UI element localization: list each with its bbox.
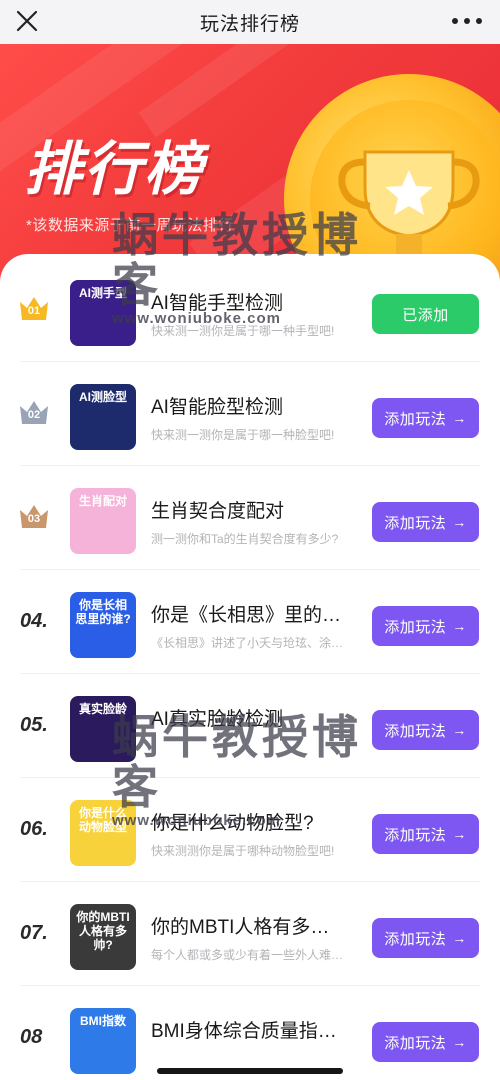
thumbnail-label: 真实脸龄 [78,702,127,716]
rank-number: 03 [27,513,41,525]
button-label: 添加玩法 [384,514,447,532]
arrow-right-icon: → [452,826,467,842]
game-thumbnail[interactable]: 生肖配对 [70,488,136,554]
list-item[interactable]: 01 AI测手型 AI智能手型检测快来测一测你是属于哪一种手型吧! 已添加 [0,258,500,362]
list-item[interactable]: 03 生肖配对生肖契合度配对测一测你和Ta的生肖契合度有多少? 添加玩法 → [0,466,500,570]
add-game-button[interactable]: 添加玩法 → [372,1022,479,1062]
item-description: 快来测一测你是属于哪一种手型吧! [151,324,335,338]
game-thumbnail[interactable]: BMI指数 [70,1008,136,1074]
close-icon[interactable] [12,6,42,36]
add-game-button[interactable]: 添加玩法 → [372,710,479,750]
banner-title: 排行榜 [24,137,205,202]
add-game-button[interactable]: 添加玩法 → [372,918,479,958]
rank-number: 02 [27,409,41,421]
game-thumbnail[interactable]: 你是长相思里的谁? [70,592,136,658]
rank-number: 01 [27,305,41,317]
crown-icon: 02 [18,398,50,428]
game-thumbnail[interactable]: AI测脸型 [70,384,136,450]
item-title: AI智能脸型检测 [151,397,283,418]
rank-number: 04. [20,610,48,632]
arrow-right-icon: → [452,930,467,946]
more-dots-icon[interactable] [452,9,482,33]
list-item[interactable]: 05. 真实脸龄 AI真实脸龄检测 添加玩法 → [0,674,500,778]
list-item[interactable]: 07. 你的MBTI人格有多帅? 你的MBTI人格有多… 每个人都或多或少有着一些外人… [0,882,500,986]
list-item[interactable]: 08 BMI指数 BMI身体综合质量指… 添加玩法 → [0,986,500,1080]
crown-icon: 01 [18,294,50,324]
rank-number: 06. [20,818,48,840]
add-game-button[interactable]: 添加玩法 → [372,606,479,646]
button-label: 添加玩法 [384,930,447,948]
home-indicator [157,1068,343,1074]
add-game-button[interactable]: 添加玩法 → [372,814,479,854]
arrow-right-icon: → [452,722,467,738]
game-thumbnail[interactable]: 真实脸龄 [70,696,136,762]
item-description: 《长相思》讲述了小夭与玱玹、涂… [151,636,344,650]
button-label: 添加玩法 [384,1034,447,1052]
crown-icon: 03 [18,502,50,532]
arrow-right-icon: → [452,1034,467,1050]
game-thumbnail[interactable]: 你的MBTI人格有多帅? [70,904,136,970]
game-thumbnail[interactable]: AI测手型 [70,280,136,346]
thumbnail-label: AI测手型 [78,286,127,300]
item-title: 生肖契合度配对 [151,501,285,522]
item-title: 你是《长相思》里的… [151,605,342,626]
nav-bar: 玩法排行榜 [0,0,500,44]
thumbnail-label: 你是什么动物脸型 [78,806,127,834]
thumbnail-label: 你的MBTI人格有多帅? [76,910,130,952]
item-description: 测一测你和Ta的生肖契合度有多少? [151,532,339,546]
button-label: 添加玩法 [384,618,447,636]
banner-subtitle: *该数据来源于前一周玩法排行 [26,217,234,234]
game-thumbnail[interactable]: 你是什么动物脸型 [70,800,136,866]
list-item[interactable]: 06. 你是什么动物脸型 你是什么动物脸型? 快来测测你是属于哪种动物脸型吧! 添加玩法… [0,778,500,882]
item-title: AI真实脸龄检测 [151,709,283,730]
thumbnail-label: 你是长相思里的谁? [75,598,131,626]
item-description: 快来测测你是属于哪种动物脸型吧! [151,844,335,858]
page-title: 玩法排行榜 [199,13,300,35]
button-label: 已添加 [402,306,449,324]
rank-number: 05. [20,714,48,736]
list-item[interactable]: 02 AI测脸型 AI智能脸型检测快来测一测你是属于哪一种脸型吧! 添加玩法 → [0,362,500,466]
rank-number: 07. [20,922,48,944]
button-label: 添加玩法 [384,410,447,428]
button-label: 添加玩法 [384,826,447,844]
added-button[interactable]: 已添加 [372,294,479,334]
item-description: 每个人都或多或少有着一些外人难… [151,948,344,962]
arrow-right-icon: → [452,618,467,634]
item-title: 你的MBTI人格有多… [151,917,330,938]
thumbnail-label: 生肖配对 [78,494,127,508]
thumbnail-label: BMI指数 [80,1014,126,1028]
thumbnail-label: AI测脸型 [78,390,127,404]
item-title: BMI身体综合质量指… [151,1021,337,1042]
rank-number: 08 [20,1026,43,1048]
arrow-right-icon: → [452,410,467,426]
add-game-button[interactable]: 添加玩法 → [372,502,479,542]
item-title: AI智能手型检测 [151,293,283,314]
item-title: 你是什么动物脸型? [151,813,314,834]
list-item[interactable]: 04. 你是长相思里的谁? 你是《长相思》里的… 《长相思》讲述了小夭与玱玹、涂… 添加… [0,570,500,674]
ranking-list: 01 AI测手型 AI智能手型检测快来测一测你是属于哪一种手型吧! 已添加 02 AI测脸… [0,254,500,1080]
item-description: 快来测一测你是属于哪一种脸型吧! [151,428,335,442]
arrow-right-icon: → [452,514,467,530]
add-game-button[interactable]: 添加玩法 → [372,398,479,438]
button-label: 添加玩法 [384,722,447,740]
